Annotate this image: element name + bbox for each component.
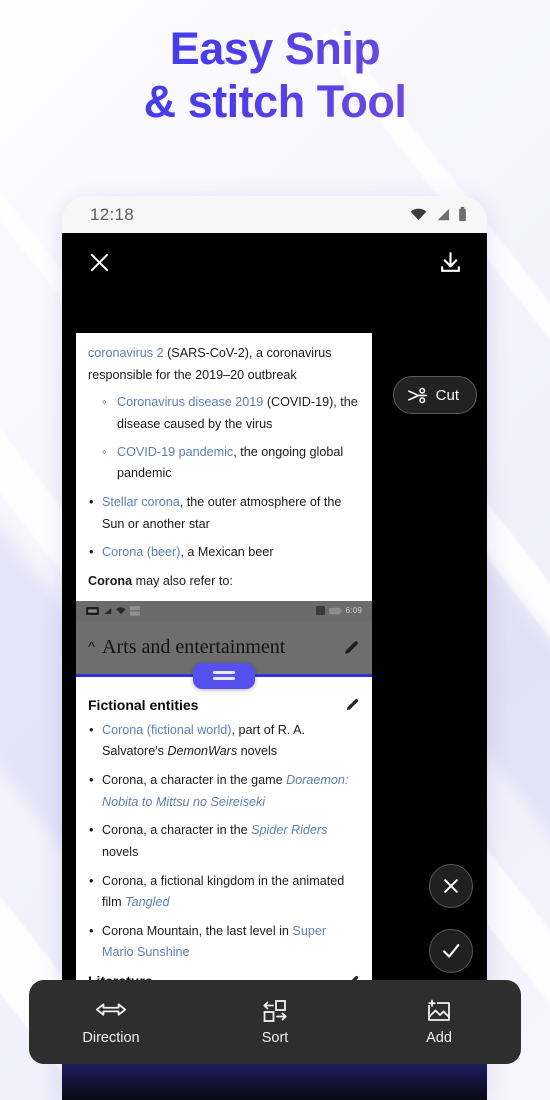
list-item: Corona (fictional world), part of R. A. … [88,719,360,763]
sublist-coronavirus: Coronavirus disease 2019 (COVID-19), the… [102,391,360,485]
captured-clock: 6:09 [345,606,362,616]
keyboard-icon [86,606,99,615]
scissors-icon [407,387,427,403]
item2-rest: , a Mexican beer [180,545,274,560]
capture-segment-top[interactable]: coronavirus 2 (SARS-CoV-2), a coronaviru… [76,333,372,601]
section-title-text: Fictional entities [88,696,199,713]
stitched-screenshot-column[interactable]: coronavirus 2 (SARS-CoV-2), a coronaviru… [76,333,372,1033]
overlap-dimmed-region[interactable]: 6:09 ^ Arts and entertainment [76,600,372,689]
list-item: Coronavirus disease 2019 (COVID-19), the… [102,391,360,435]
list-item: Corona, a character in the Spider Riders… [88,819,360,863]
b3-end: novels [102,844,139,859]
closing-bold: Corona [88,573,133,588]
pencil-icon[interactable] [345,697,360,712]
pencil-icon[interactable] [343,639,360,656]
list-item: Corona (beer), a Mexican beer [88,541,360,564]
battery-icon [459,207,466,222]
add-image-icon [428,999,450,1021]
list-fictional-entities: Corona (fictional world), part of R. A. … [88,719,360,965]
app-top-bar [62,233,487,291]
cut-button[interactable]: Cut [392,376,477,414]
close-icon[interactable] [84,247,114,277]
close-circle-icon [444,879,458,893]
system-status-bar: 12:18 [62,196,487,233]
paragraph-coronavirus: coronavirus 2 (SARS-CoV-2), a coronaviru… [88,343,360,386]
link-covid19-pandemic[interactable]: COVID-19 pandemic [117,445,233,459]
b2-lead: Corona, a character in the game [102,772,287,787]
list-item: Corona, a character in the game Doraemon… [88,769,360,813]
status-clock: 12:18 [90,204,135,224]
link-tangled[interactable]: Tangled [125,895,169,909]
drag-handle[interactable] [193,662,255,689]
toolbar-label: Add [426,1029,452,1046]
chevron-up-icon[interactable]: ^ [88,639,95,656]
sort-boxes-icon [263,999,287,1022]
section-heading-text: Arts and entertainment [102,635,286,658]
toolbar-item-direction[interactable]: Direction [29,999,193,1046]
bottom-toolbar: Direction Sort Add [29,980,521,1064]
b5-lead: Corona Mountain, the last level in [102,923,293,938]
captured-mini-status-bar: 6:09 [76,600,372,621]
toolbar-label: Direction [82,1029,140,1046]
link-coronavirus-disease-2019[interactable]: Coronavirus disease 2019 [117,395,263,409]
b1-italic: DemonWars [167,744,238,759]
confirm-button[interactable] [429,929,473,973]
toolbar-item-sort[interactable]: Sort [193,999,357,1046]
headline-line-2: & stitch Tool [0,75,550,128]
link-corona-beer[interactable]: Corona (beer) [102,545,180,559]
paragraph-may-also-refer: Corona may also refer to: [88,571,360,593]
link-spider-riders[interactable]: Spider Riders [251,823,327,837]
list-item: Corona, a fictional kingdom in the anima… [88,869,360,914]
page-title: Easy Snip & stitch Tool [0,22,550,128]
signal-icon [104,607,112,614]
toolbar-item-add[interactable]: Add [357,999,521,1046]
list-item: COVID-19 pandemic, the ongoing global pa… [102,441,360,485]
list-item: Stellar corona, the outer atmosphere of … [88,491,360,535]
network-speed-icon [130,605,140,616]
closing-rest: may also refer to: [132,573,233,588]
cut-button-label: Cut [435,386,459,404]
signal-icon [437,208,449,221]
phone-mockup: 12:18 coronavirus 2 (SARS-CoV-2), a coro… [62,196,487,1100]
wifi-icon [410,208,427,221]
link-coronavirus-2[interactable]: coronavirus 2 [88,346,164,360]
wifi-icon [116,606,126,614]
section-fictional-entities: Fictional entities [88,697,360,713]
download-icon[interactable] [435,247,465,277]
link-corona-fictional-world[interactable]: Corona (fictional world) [102,723,232,737]
app-icon [315,606,325,616]
link-stellar-corona[interactable]: Stellar corona [102,495,180,509]
toolbar-label: Sort [261,1029,289,1046]
list-item: Corona Mountain, the last level in Super… [88,920,360,964]
list-corona-meanings: Stellar corona, the outer atmosphere of … [88,491,360,564]
battery-icon [328,607,342,614]
app-screen: coronavirus 2 (SARS-CoV-2), a coronaviru… [62,233,487,1100]
check-circle-icon [443,943,460,958]
cancel-button[interactable] [429,864,473,908]
b3-lead: Corona, a character in the [102,823,252,838]
b1-end: novels [237,744,278,759]
bottom-gradient-strip [62,1062,487,1100]
direction-arrows-icon [95,1002,127,1016]
headline-line-1: Easy Snip [0,22,550,75]
